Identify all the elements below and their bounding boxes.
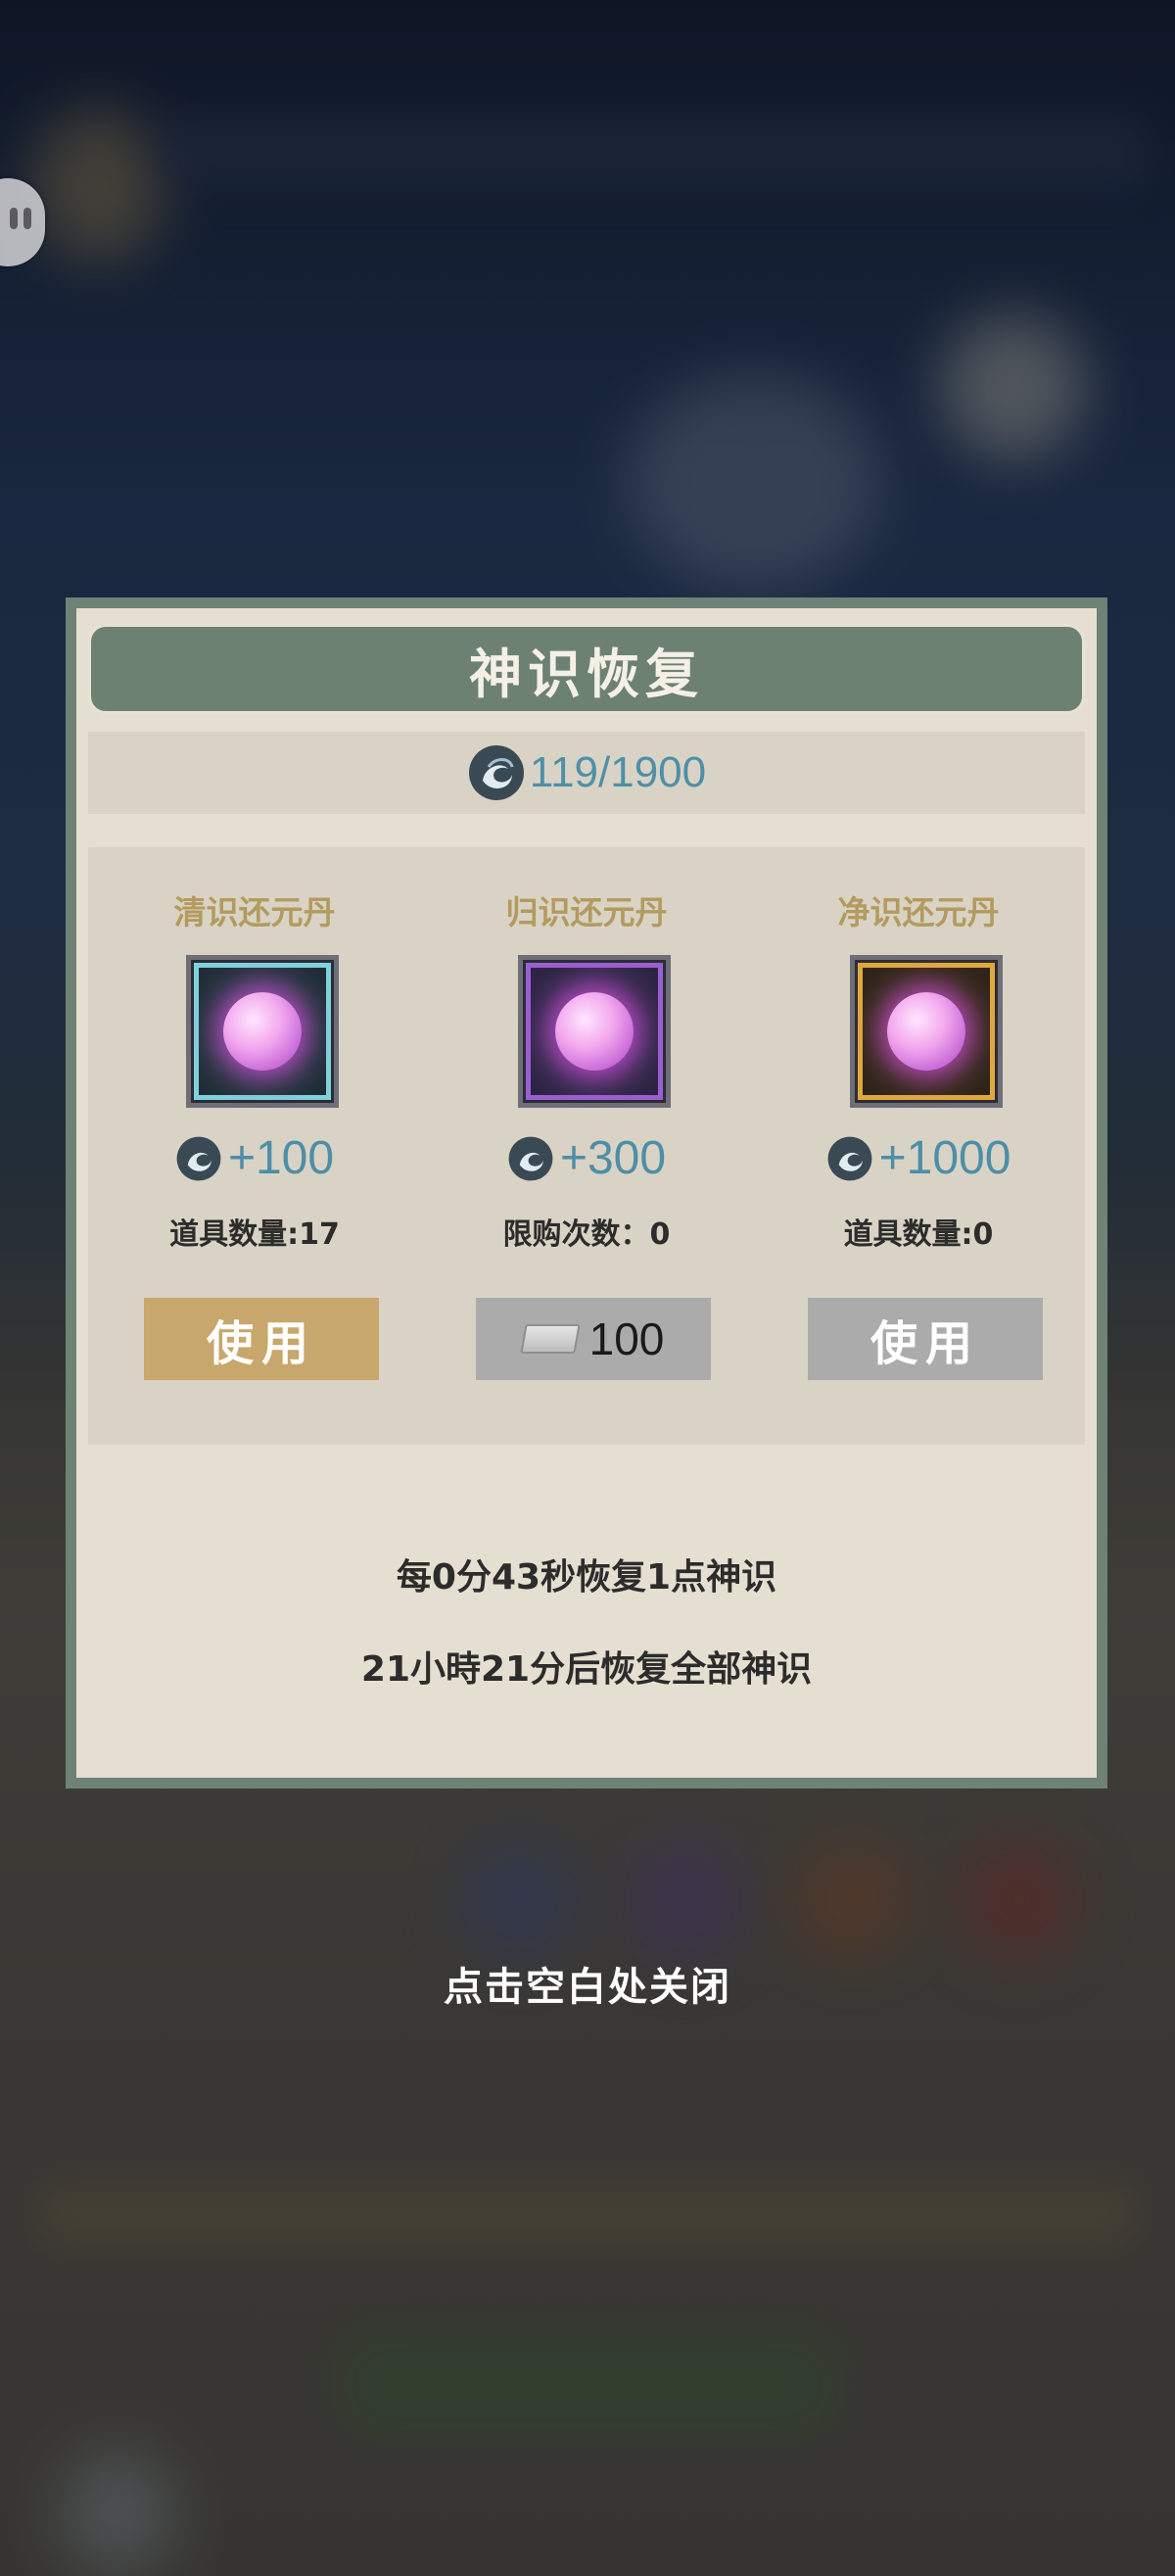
dialog-title-bar: 神识恢复 [88,624,1085,714]
close-hint: 点击空白处关闭 [444,1965,731,2010]
buy-price: 100 [588,1313,665,1364]
item-name: 净识还元丹 [837,893,1000,931]
item-gain: +100 [88,1131,421,1185]
item-name: 归识还元丹 [505,893,668,931]
item-card-qingshi: 清识还元丹 +100 道具数量:17 使用 [88,847,421,1445]
assistant-eye-icon [10,208,18,229]
dialog-title: 神识恢复 [469,642,704,705]
item-name: 清识还元丹 [173,893,336,931]
item-card-jingshi: 净识还元丹 +1000 道具数量:0 使用 [752,847,1085,1445]
item-frame[interactable] [850,955,1003,1108]
item-card-guishi: 归识还元丹 +300 限购次数：0 100 [420,847,753,1445]
purchase-limit: 限购次数：0 [502,1217,671,1252]
pink-orb-icon [223,992,302,1071]
full-recovery-text: 21小時21分后恢复全部神识 [360,1649,813,1690]
item-frame[interactable] [518,955,671,1108]
energy-display: 119/1900 [88,732,1085,814]
item-gain-value: +300 [559,1132,667,1184]
pink-orb-icon [555,992,634,1071]
item-gain: +300 [420,1131,753,1185]
use-button[interactable]: 使用 [144,1298,379,1380]
buy-button[interactable]: 100 [476,1298,711,1380]
item-gain-value: +1000 [878,1132,1011,1184]
spirit-swirl-icon [827,1136,871,1180]
use-button[interactable]: 使用 [808,1298,1043,1380]
energy-value: 119/1900 [529,748,707,796]
item-gain-value: +100 [227,1132,335,1184]
item-count: 道具数量:0 [843,1217,994,1252]
game-screen[interactable]: 神识恢复 119/1900 清识还元丹 +100 道具数量:17 使用 归识还元… [0,0,1175,2576]
ticket-icon [519,1324,581,1354]
recovery-dialog: 神识恢复 119/1900 清识还元丹 +100 道具数量:17 使用 归识还元… [66,597,1107,1789]
spirit-swirl-icon [468,745,524,800]
pink-orb-icon [887,992,965,1071]
item-list: 清识还元丹 +100 道具数量:17 使用 归识还元丹 +300 限购次数：0 … [88,847,1085,1445]
item-gain: +1000 [752,1131,1085,1185]
recovery-rate-text: 每0分43秒恢复1点神识 [396,1557,777,1598]
item-count: 道具数量:17 [169,1217,340,1252]
spirit-swirl-icon [176,1136,221,1180]
spirit-swirl-icon [508,1136,553,1180]
assistant-eye-icon [24,208,31,229]
item-frame[interactable] [186,955,339,1108]
